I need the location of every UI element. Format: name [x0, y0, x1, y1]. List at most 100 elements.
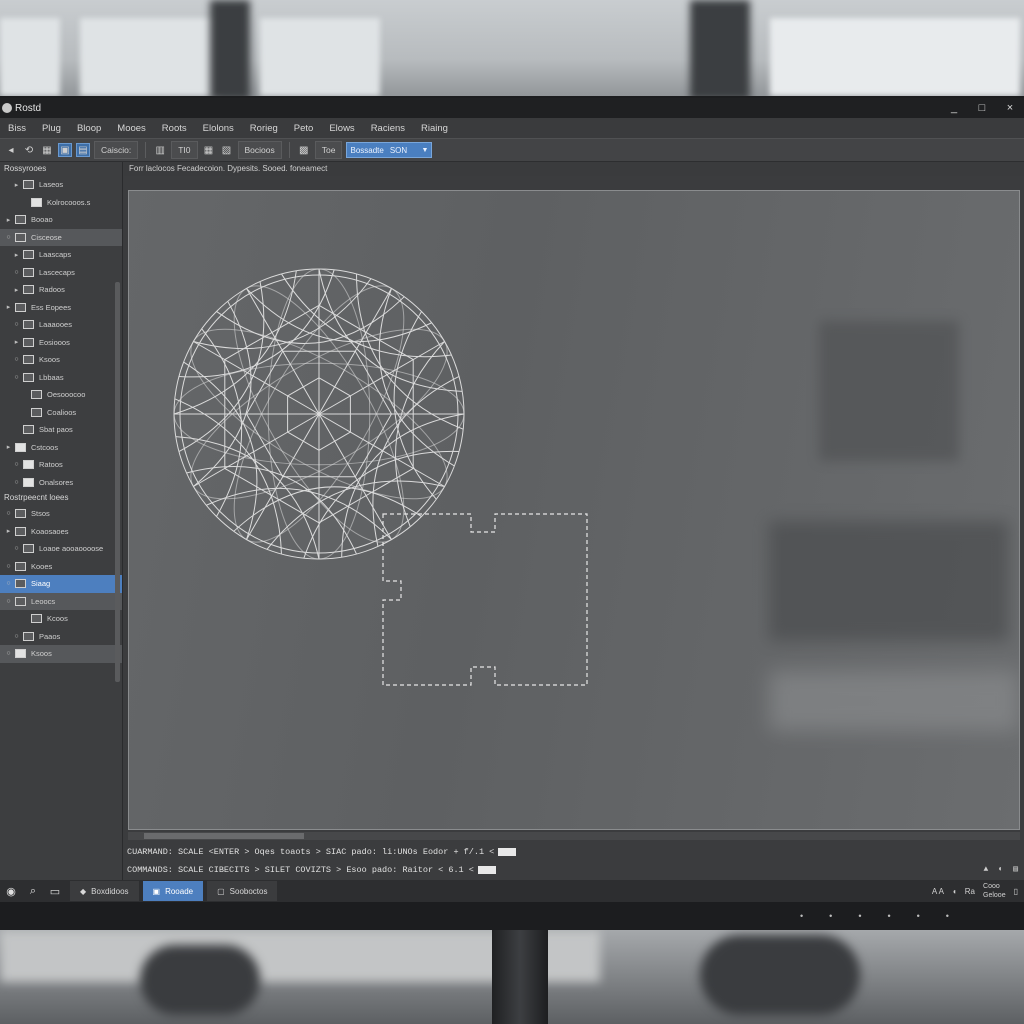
layer-tree-item[interactable]: ○ Ratoos	[0, 456, 122, 474]
task-view-icon[interactable]: ▭	[44, 885, 66, 898]
menu-item[interactable]: Elolons	[195, 123, 242, 134]
layer-tree-item[interactable]: Kcoos	[0, 610, 122, 628]
layer-tree-item[interactable]: ○ Loaoe aooaoooose	[0, 540, 122, 558]
monitor-button[interactable]: •	[829, 911, 832, 921]
power-button[interactable]: •	[946, 911, 949, 921]
taskbar-task[interactable]: ◆ Boxdidoos	[70, 881, 139, 901]
grid-icon[interactable]: ▦	[40, 143, 54, 157]
menu-item[interactable]: Raciens	[363, 123, 413, 134]
taskbar-task[interactable]: ▢ Sooboctos	[207, 881, 278, 901]
layer-tree-item[interactable]: ○ Lascecaps	[0, 264, 122, 282]
menu-item[interactable]: Peto	[286, 123, 322, 134]
wireframe-sphere[interactable]	[168, 263, 470, 565]
dashed-selection-shape[interactable]	[382, 513, 588, 686]
refresh-icon[interactable]: ⟲	[22, 143, 36, 157]
monitor-button[interactable]: •	[887, 911, 890, 921]
status-icon[interactable]: ▲	[984, 863, 989, 877]
expand-arrow-icon[interactable]: ▸	[4, 527, 13, 535]
match-properties-icon[interactable]: ▩	[297, 143, 311, 157]
tray-text[interactable]: Ra	[965, 887, 975, 896]
layer-tree-item[interactable]: ○ Laaaooes	[0, 316, 122, 334]
layer-tree-item[interactable]: Sbat paos	[0, 421, 122, 439]
visibility-icon[interactable]: ○	[12, 479, 21, 486]
layer-tree-item[interactable]: ○ Paaos	[0, 628, 122, 646]
toolbar-button[interactable]: Caiscio:	[94, 141, 139, 159]
menu-item[interactable]: Biss	[0, 123, 34, 134]
layer-tree-item[interactable]: ▸ Laascaps	[0, 246, 122, 264]
layer-tree-item[interactable]: ▸ Eosiooos	[0, 334, 122, 352]
menu-item[interactable]: Elows	[321, 123, 362, 134]
layer-icon[interactable]: ▥	[153, 143, 167, 157]
visibility-icon[interactable]: ○	[4, 510, 13, 517]
menu-item[interactable]: Roots	[154, 123, 195, 134]
menu-item[interactable]: Riaing	[413, 123, 456, 134]
table-icon[interactable]: ▦	[202, 143, 216, 157]
layer-tree-item[interactable]: ○ Ksoos	[0, 645, 122, 663]
monitor-button[interactable]: •	[917, 911, 920, 921]
menu-item[interactable]: Mooes	[109, 123, 154, 134]
visibility-icon[interactable]: ○	[12, 545, 21, 552]
visibility-icon[interactable]: ○	[12, 633, 21, 640]
visibility-icon[interactable]: ○	[12, 269, 21, 276]
visibility-icon[interactable]: ○	[4, 563, 13, 570]
layer-tree-item[interactable]: Coalioos	[0, 404, 122, 422]
visibility-icon[interactable]: ○	[4, 580, 13, 587]
layer-tree-item[interactable]: ▸ Laseos	[0, 176, 122, 194]
layer-tree-item[interactable]: ▸ Koaosaoes	[0, 523, 122, 541]
layer-tree-item[interactable]: ○ Lbbaas	[0, 369, 122, 387]
layer-tree-item[interactable]: ○ Kooes	[0, 558, 122, 576]
layer-tree-item[interactable]: ○ Ksoos	[0, 351, 122, 369]
expand-arrow-icon[interactable]: ▸	[12, 251, 21, 259]
monitor-button[interactable]: •	[800, 911, 803, 921]
expand-arrow-icon[interactable]: ▸	[12, 286, 21, 294]
horizontal-scrollbar[interactable]	[128, 832, 1020, 840]
expand-arrow-icon[interactable]: ▸	[4, 303, 13, 311]
status-icon[interactable]: ▤	[1013, 863, 1018, 877]
expand-arrow-icon[interactable]: ▸	[12, 338, 21, 346]
expand-arrow-icon[interactable]: ▸	[4, 216, 13, 224]
visibility-icon[interactable]: ○	[12, 461, 21, 468]
arrow-left-icon[interactable]: ◂	[4, 143, 18, 157]
ortho-icon[interactable]: ▤	[76, 143, 90, 157]
layer-tree-item[interactable]: ▸ Booao	[0, 211, 122, 229]
layer-tree-item[interactable]: ▸ Radoos	[0, 281, 122, 299]
layer-tree-item[interactable]: ▸ Cstcoos	[0, 439, 122, 457]
scrollbar-thumb[interactable]	[144, 833, 304, 839]
layer-tree-item[interactable]: Kolrocooos.s	[0, 194, 122, 212]
command-input-line[interactable]: COMMANDS: SCALE CIBECITS > SILET COVIZTS…	[124, 863, 1024, 877]
expand-arrow-icon[interactable]: ▸	[4, 443, 13, 451]
properties-icon[interactable]: ▧	[220, 143, 234, 157]
menu-item[interactable]: Bloop	[69, 123, 109, 134]
visibility-icon[interactable]: ○	[12, 356, 21, 363]
speaker-icon[interactable]: ◖	[952, 887, 957, 896]
snap-icon[interactable]: ▣	[58, 143, 72, 157]
visibility-icon[interactable]: ○	[4, 598, 13, 605]
layer-tree-item[interactable]: ○ Onalsores	[0, 474, 122, 492]
toolbar-button[interactable]: Toe	[314, 141, 343, 159]
layer-tree-item[interactable]: ○ Cisceose	[0, 228, 122, 246]
toolbar-button[interactable]: TI0	[171, 141, 198, 159]
drawing-canvas[interactable]	[129, 191, 1020, 830]
visibility-icon[interactable]: ○	[12, 374, 21, 381]
layer-tree-item[interactable]: ○ Stsos	[0, 505, 122, 523]
menu-item[interactable]: Rorieg	[242, 123, 286, 134]
status-icon[interactable]: ◐	[998, 863, 1003, 877]
close-button[interactable]: ×	[996, 102, 1024, 114]
start-icon[interactable]: ◉	[0, 885, 22, 898]
toolbar-button[interactable]: Bocioos	[237, 141, 282, 159]
drawing-viewport[interactable]	[128, 190, 1020, 830]
expand-arrow-icon[interactable]: ▸	[12, 181, 21, 189]
menu-item[interactable]: Plug	[34, 123, 69, 134]
visibility-icon[interactable]: ○	[4, 650, 13, 657]
visibility-icon[interactable]: ○	[4, 234, 13, 241]
panel-scrollbar[interactable]	[115, 282, 120, 682]
maximize-button[interactable]: □	[968, 102, 996, 114]
search-icon[interactable]: ⌕	[22, 885, 44, 898]
taskbar-task-active[interactable]: ▣ Rooade	[142, 881, 204, 901]
notification-icon[interactable]: ▯	[1014, 887, 1018, 896]
layer-tree-item[interactable]: ▸ Ess Eopees	[0, 299, 122, 317]
layer-tree-item[interactable]: Oesooocoo	[0, 386, 122, 404]
style-dropdown[interactable]: Bossadte SON ▼	[346, 142, 433, 158]
minimize-button[interactable]: _	[940, 102, 968, 114]
clock[interactable]: Cooo Gelooe	[983, 882, 1006, 900]
